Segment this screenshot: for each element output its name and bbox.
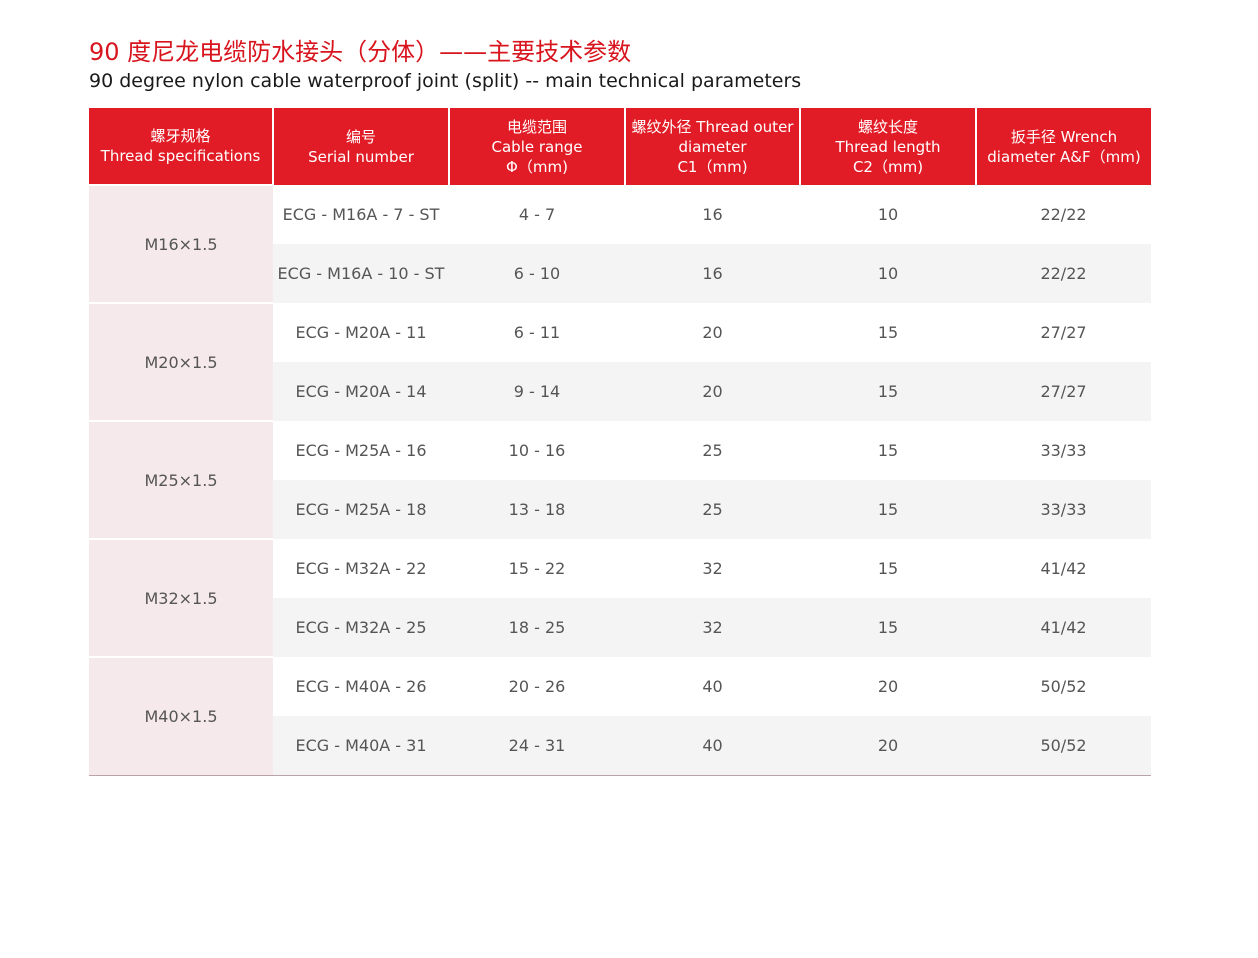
thread-outer-diameter-cell: 20 xyxy=(625,303,800,362)
page-title-chinese: 90 度尼龙电缆防水接头（分体）——主要技术参数 xyxy=(89,38,632,66)
table-row: M20×1.5 ECG - M20A - 11 6 - 11 20 15 27/… xyxy=(89,302,1151,421)
header-thread-spec: 螺牙规格 Thread specifications xyxy=(89,108,273,185)
header-line: 电缆范围 xyxy=(506,117,567,136)
cable-range-cell: 24 - 31 xyxy=(449,716,625,775)
header-line: 编号 xyxy=(345,127,376,146)
cable-range-cell: 6 - 10 xyxy=(449,244,625,303)
thread-spec-cell: M25×1.5 xyxy=(89,420,273,539)
wrench-diameter-cell: 33/33 xyxy=(976,421,1151,480)
cable-range-cell: 10 - 16 xyxy=(449,421,625,480)
serial-number-cell: ECG - M16A - 10 - ST xyxy=(273,244,449,303)
page-title-english: 90 degree nylon cable waterproof joint (… xyxy=(89,70,802,92)
wrench-diameter-cell: 50/52 xyxy=(976,657,1151,716)
serial-number-cell: ECG - M40A - 31 xyxy=(273,716,449,775)
thread-length-cell: 20 xyxy=(800,716,976,775)
thread-outer-diameter-cell: 32 xyxy=(625,598,800,657)
wrench-diameter-cell: 41/42 xyxy=(976,539,1151,598)
thread-length-cell: 10 xyxy=(800,185,976,244)
header-line: 螺牙规格 xyxy=(150,127,211,145)
header-thread-outer-diameter: 螺纹外径 Thread outer diameter C1（mm) xyxy=(624,108,800,185)
thread-spec-cell: M20×1.5 xyxy=(89,302,273,421)
table-bottom-rule xyxy=(89,775,1151,776)
thread-length-cell: 15 xyxy=(800,421,976,480)
serial-number-cell: ECG - M32A - 22 xyxy=(273,539,449,598)
table-header-row: 螺牙规格 Thread specifications 编号 Serial num… xyxy=(89,108,1151,185)
serial-number-cell: ECG - M32A - 25 xyxy=(273,598,449,657)
thread-outer-diameter-cell: 16 xyxy=(625,185,800,244)
header-line: Thread length xyxy=(835,137,941,156)
thread-length-cell: 15 xyxy=(800,598,976,657)
thread-spec-cell: M16×1.5 xyxy=(89,184,273,303)
thread-outer-diameter-cell: 25 xyxy=(625,480,800,539)
wrench-diameter-cell: 33/33 xyxy=(976,480,1151,539)
serial-number-cell: ECG - M25A - 16 xyxy=(273,421,449,480)
serial-number-cell: ECG - M20A - 11 xyxy=(273,303,449,362)
table-row: M25×1.5 ECG - M25A - 16 10 - 16 25 15 33… xyxy=(89,420,1151,539)
thread-outer-diameter-cell: 20 xyxy=(625,362,800,421)
table-row: M16×1.5 ECG - M16A - 7 - ST 4 - 7 16 10 … xyxy=(89,184,1151,303)
header-line: Serial number xyxy=(308,147,414,166)
thread-outer-diameter-cell: 32 xyxy=(625,539,800,598)
table-row: M32×1.5 ECG - M32A - 22 15 - 22 32 15 41… xyxy=(89,538,1151,657)
header-line: 螺纹长度 xyxy=(857,117,918,136)
cable-range-cell: 6 - 11 xyxy=(449,303,625,362)
thread-length-cell: 15 xyxy=(800,480,976,539)
header-thread-length: 螺纹长度 Thread length C2（mm) xyxy=(799,108,976,185)
wrench-diameter-cell: 27/27 xyxy=(976,362,1151,421)
cable-range-cell: 18 - 25 xyxy=(449,598,625,657)
header-line: diameter A&F（mm) xyxy=(987,147,1141,166)
wrench-diameter-cell: 27/27 xyxy=(976,303,1151,362)
header-line: Thread specifications xyxy=(100,147,261,165)
cable-range-cell: 15 - 22 xyxy=(449,539,625,598)
technical-parameters-table: 螺牙规格 Thread specifications 编号 Serial num… xyxy=(89,108,1151,775)
cable-range-cell: 20 - 26 xyxy=(449,657,625,716)
header-line: Φ（mm) xyxy=(506,157,568,176)
wrench-diameter-cell: 22/22 xyxy=(976,185,1151,244)
thread-length-cell: 20 xyxy=(800,657,976,716)
header-line: 螺纹外径 Thread outer xyxy=(631,117,794,136)
header-line: Cable range xyxy=(491,137,583,156)
thread-spec-cell: M32×1.5 xyxy=(89,538,273,657)
header-cable-range: 电缆范围 Cable range Φ（mm) xyxy=(448,108,625,185)
thread-length-cell: 10 xyxy=(800,244,976,303)
cable-range-cell: 13 - 18 xyxy=(449,480,625,539)
thread-length-cell: 15 xyxy=(800,539,976,598)
wrench-diameter-cell: 50/52 xyxy=(976,716,1151,775)
header-line: C1（mm) xyxy=(677,157,748,176)
thread-length-cell: 15 xyxy=(800,362,976,421)
cable-range-cell: 9 - 14 xyxy=(449,362,625,421)
header-line: 扳手径 Wrench xyxy=(1010,127,1118,146)
header-line: diameter xyxy=(678,137,747,156)
header-line: C2（mm) xyxy=(852,157,924,176)
header-wrench-diameter: 扳手径 Wrench diameter A&F（mm) xyxy=(975,108,1151,185)
table-row: M40×1.5 ECG - M40A - 26 20 - 26 40 20 50… xyxy=(89,656,1151,775)
serial-number-cell: ECG - M20A - 14 xyxy=(273,362,449,421)
thread-outer-diameter-cell: 40 xyxy=(625,716,800,775)
wrench-diameter-cell: 41/42 xyxy=(976,598,1151,657)
wrench-diameter-cell: 22/22 xyxy=(976,244,1151,303)
thread-length-cell: 15 xyxy=(800,303,976,362)
serial-number-cell: ECG - M25A - 18 xyxy=(273,480,449,539)
cable-range-cell: 4 - 7 xyxy=(449,185,625,244)
thread-outer-diameter-cell: 25 xyxy=(625,421,800,480)
thread-spec-cell: M40×1.5 xyxy=(89,656,273,775)
serial-number-cell: ECG - M16A - 7 - ST xyxy=(273,185,449,244)
thread-outer-diameter-cell: 16 xyxy=(625,244,800,303)
header-serial-number: 编号 Serial number xyxy=(272,108,449,185)
serial-number-cell: ECG - M40A - 26 xyxy=(273,657,449,716)
thread-outer-diameter-cell: 40 xyxy=(625,657,800,716)
